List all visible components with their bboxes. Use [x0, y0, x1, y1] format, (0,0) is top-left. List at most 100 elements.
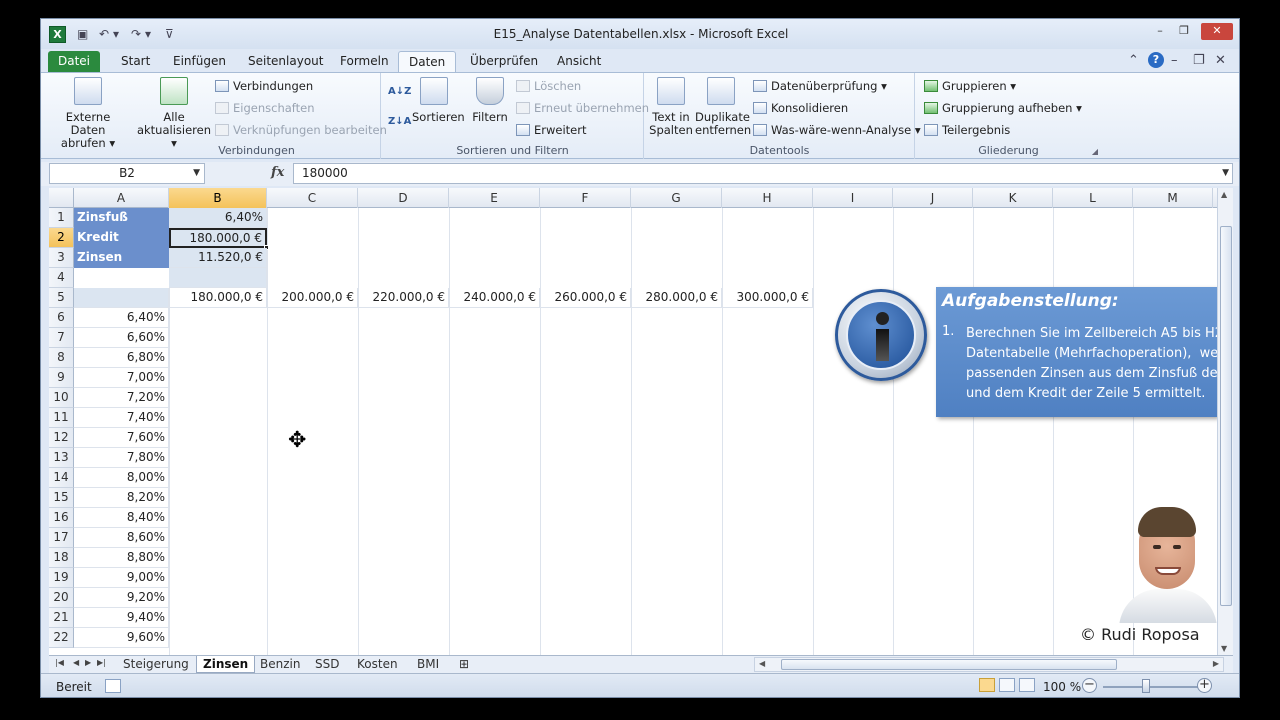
row-header[interactable]: 21 [49, 608, 74, 628]
row-header[interactable]: 12 [49, 428, 74, 448]
rate-cell[interactable]: 6,40% [74, 308, 169, 328]
rate-cell[interactable]: 7,40% [74, 408, 169, 428]
scroll-down-icon[interactable]: ▼ [1221, 644, 1227, 653]
row-header[interactable]: 10 [49, 388, 74, 408]
row-header[interactable]: 13 [49, 448, 74, 468]
view-page-layout-icon[interactable] [999, 678, 1015, 692]
row-header[interactable]: 7 [49, 328, 74, 348]
tab-formeln[interactable]: Formeln [330, 51, 399, 72]
sheet-tab-zinsen[interactable]: Zinsen [196, 656, 256, 673]
select-all-corner[interactable] [49, 188, 74, 208]
col-header-i[interactable]: I [813, 188, 893, 208]
col-header-k[interactable]: K [973, 188, 1053, 208]
cell-a3[interactable]: Zinsen [74, 248, 169, 268]
scroll-right-icon[interactable]: ▶ [1213, 659, 1219, 668]
cell-b1[interactable]: 6,40% [169, 208, 267, 228]
doc-restore-icon[interactable]: ❐ [1193, 53, 1205, 68]
row-header[interactable]: 6 [49, 308, 74, 328]
sheet-tab-benzin[interactable]: Benzin [254, 656, 306, 673]
tab-daten[interactable]: Daten [398, 51, 457, 72]
col-header-f[interactable]: F [540, 188, 631, 208]
view-normal-icon[interactable] [979, 678, 995, 692]
cell-a2[interactable]: Kredit [74, 228, 169, 248]
chevron-down-icon[interactable]: ▼ [193, 164, 200, 183]
loeschen-button[interactable]: Löschen [516, 79, 581, 93]
insert-function-icon[interactable]: fx [271, 165, 284, 180]
rate-cell[interactable]: 7,20% [74, 388, 169, 408]
externe-daten-button[interactable]: Externe Daten abrufen ▾ [47, 77, 129, 150]
cell-e5[interactable]: 240.000,0 € [449, 288, 540, 308]
row-header[interactable]: 14 [49, 468, 74, 488]
col-header-l[interactable]: L [1053, 188, 1133, 208]
vertical-scrollbar[interactable]: ▲ ▼ [1217, 188, 1233, 655]
gruppierung-aufheben-button[interactable]: Gruppierung aufheben ▾ [924, 101, 1082, 115]
doc-close-icon[interactable]: ✕ [1215, 53, 1226, 68]
minimize-button[interactable]: – [1148, 23, 1172, 40]
rate-cell[interactable]: 8,80% [74, 548, 169, 568]
row-header[interactable]: 8 [49, 348, 74, 368]
sort-ascending-button[interactable]: A↓Z [388, 85, 411, 99]
rate-cell[interactable]: 7,00% [74, 368, 169, 388]
sheet-tab-kosten[interactable]: Kosten [351, 656, 404, 673]
tab-seitenlayout[interactable]: Seitenlayout [238, 51, 333, 72]
rate-cell[interactable]: 7,80% [74, 448, 169, 468]
rate-cell[interactable]: 6,80% [74, 348, 169, 368]
konsolidieren-button[interactable]: Konsolidieren [753, 101, 848, 115]
rate-cell[interactable]: 9,40% [74, 608, 169, 628]
erneut-uebernehmen-button[interactable]: Erneut übernehmen [516, 101, 649, 115]
formula-input[interactable]: 180000 ▼ [293, 163, 1233, 184]
col-header-c[interactable]: C [267, 188, 358, 208]
rate-cell[interactable]: 8,20% [74, 488, 169, 508]
scroll-up-icon[interactable]: ▲ [1221, 190, 1227, 199]
row-header[interactable]: 19 [49, 568, 74, 588]
row-header[interactable]: 9 [49, 368, 74, 388]
help-icon[interactable]: ? [1148, 52, 1164, 68]
rate-cell[interactable]: 7,60% [74, 428, 169, 448]
verbindungen-button[interactable]: Verbindungen [215, 79, 313, 93]
zoom-out-button[interactable]: − [1082, 678, 1097, 693]
maximize-button[interactable]: ❐ [1172, 23, 1196, 40]
macro-record-icon[interactable] [105, 679, 121, 693]
sheet-tab-bmi[interactable]: BMI [411, 656, 445, 673]
cell-b2-active[interactable]: 180.000,0 € [169, 228, 267, 248]
rate-cell[interactable]: 9,20% [74, 588, 169, 608]
worksheet-grid[interactable]: A B C D E F G H I J K L M 1 2 3 4 5 6 7 … [49, 188, 1217, 655]
row-header[interactable]: 4 [49, 268, 74, 288]
row-header[interactable]: 16 [49, 508, 74, 528]
rate-cell[interactable]: 6,60% [74, 328, 169, 348]
datenueberpruefung-button[interactable]: Datenüberprüfung ▾ [753, 79, 887, 93]
row-header[interactable]: 11 [49, 408, 74, 428]
sortieren-button[interactable]: Sortieren [412, 77, 465, 124]
scroll-left-icon[interactable]: ◀ [759, 659, 765, 668]
last-sheet-icon[interactable]: ▶| [97, 658, 106, 667]
close-button[interactable]: ✕ [1201, 23, 1233, 40]
rate-cell[interactable]: 8,60% [74, 528, 169, 548]
text-in-spalten-button[interactable]: Text in Spalten [649, 77, 693, 137]
zoom-slider-track[interactable] [1103, 686, 1203, 688]
sheet-tab-ssd[interactable]: SSD [309, 656, 345, 673]
sort-descending-button[interactable]: Z↓A [388, 115, 411, 129]
col-header-a[interactable]: A [74, 188, 169, 208]
row-header[interactable]: 2 [49, 228, 74, 248]
eigenschaften-button[interactable]: Eigenschaften [215, 101, 315, 115]
name-box[interactable]: B2 ▼ [49, 163, 205, 184]
rate-cell[interactable]: 9,60% [74, 628, 169, 648]
gruppieren-button[interactable]: Gruppieren ▾ [924, 79, 1016, 93]
view-page-break-icon[interactable] [1019, 678, 1035, 692]
insert-sheet-icon[interactable]: ⊞ [453, 656, 475, 673]
minimize-ribbon-icon[interactable]: ⌃ [1128, 53, 1139, 68]
tab-datei[interactable]: Datei [48, 51, 101, 72]
zoom-in-button[interactable]: + [1197, 678, 1212, 693]
cell-b5[interactable]: 180.000,0 € [169, 288, 267, 308]
cell-g5[interactable]: 280.000,0 € [631, 288, 722, 308]
tab-einfuegen[interactable]: Einfügen [163, 51, 236, 72]
horizontal-scrollbar[interactable]: ◀ ▶ [754, 657, 1224, 672]
verknuepfungen-button[interactable]: Verknüpfungen bearbeiten [215, 123, 387, 137]
cell-h5[interactable]: 300.000,0 € [722, 288, 813, 308]
vertical-scroll-thumb[interactable] [1220, 226, 1232, 606]
filtern-button[interactable]: Filtern [468, 77, 512, 124]
teilergebnis-button[interactable]: Teilergebnis [924, 123, 1010, 137]
col-header-e[interactable]: E [449, 188, 540, 208]
erweitert-button[interactable]: Erweitert [516, 123, 587, 137]
cell-b3[interactable]: 11.520,0 € [169, 248, 267, 268]
